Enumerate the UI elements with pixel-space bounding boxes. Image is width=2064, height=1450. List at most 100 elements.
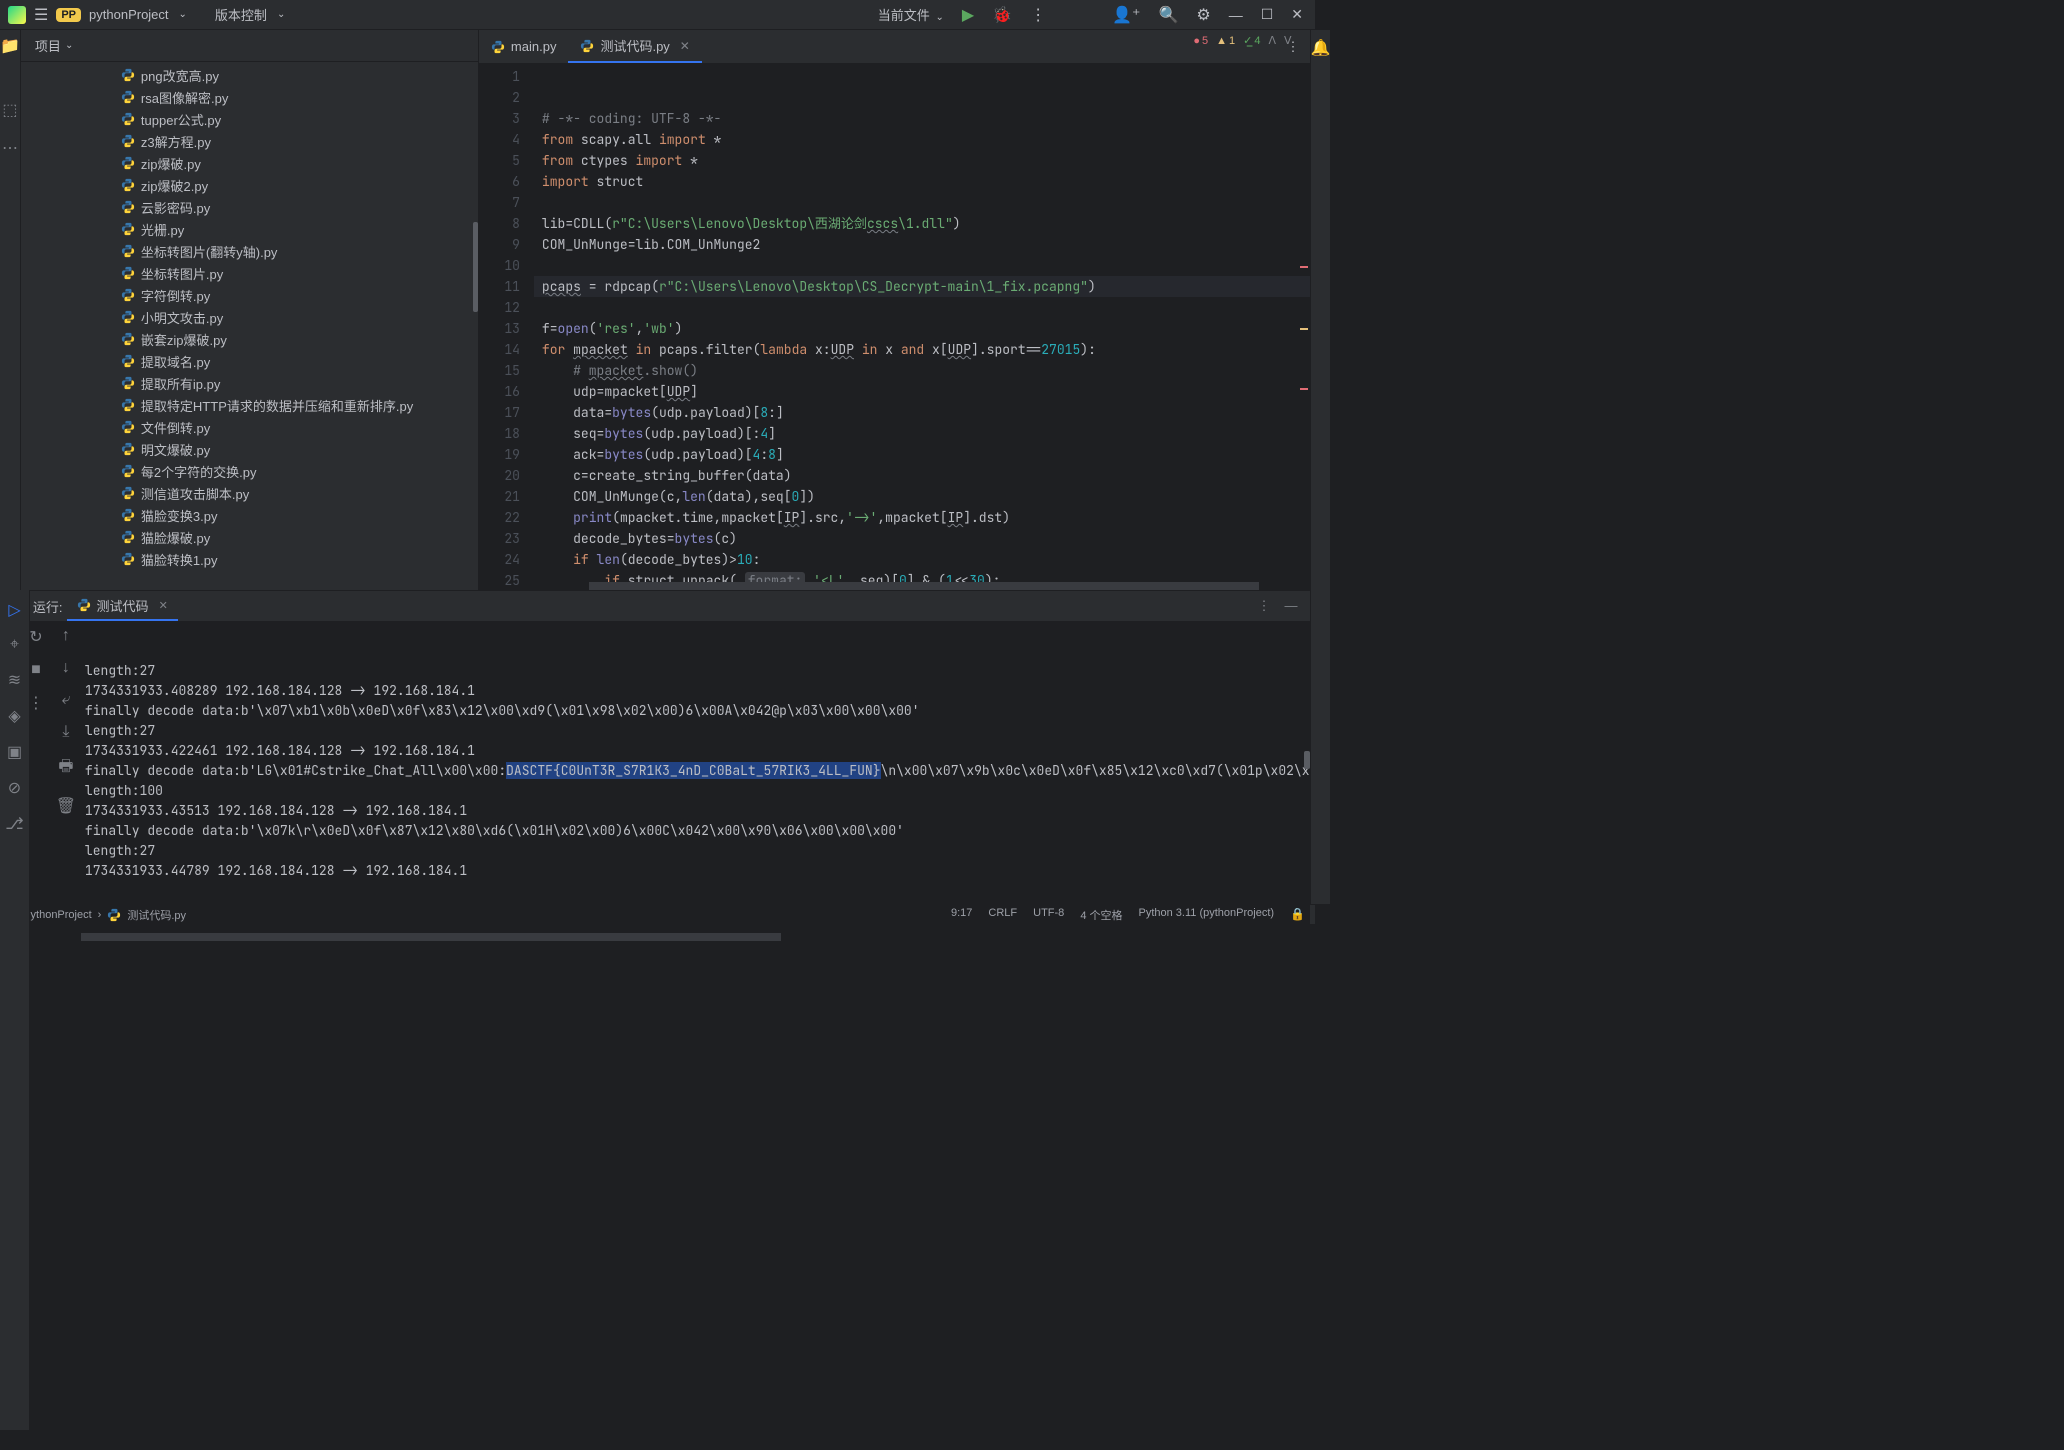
tree-item[interactable]: 光栅.py <box>21 218 478 240</box>
project-panel-header[interactable]: 项目 ⌄ <box>21 30 478 62</box>
scrollbar-thumb[interactable] <box>473 222 478 312</box>
code-line[interactable]: if len(decode_bytes)>10: <box>534 549 1310 570</box>
code-line[interactable]: from ctypes import * <box>534 150 1310 171</box>
inspection-widget[interactable]: ● 5 ▲ 1 ✓̲ 4 ᐱ ᐯ <box>1193 34 1291 47</box>
code-line[interactable]: data=bytes(udp.payload)[8:] <box>534 402 1310 423</box>
tree-item[interactable]: 坐标转图片.py <box>21 262 478 284</box>
code-body[interactable]: # -*- coding: UTF-8 -*-from scapy.all im… <box>534 64 1310 590</box>
tree-item[interactable]: 提取所有ip.py <box>21 372 478 394</box>
output-line[interactable]: finally decode data:b'\x07k\r\x0eD\x0f\x… <box>85 821 1310 841</box>
code-line[interactable]: for mpacket in pcaps.filter(lambda x:UDP… <box>534 339 1310 360</box>
tree-item[interactable]: 文件倒转.py <box>21 416 478 438</box>
tree-item[interactable]: 坐标转图片(翻转y轴).py <box>21 240 478 262</box>
tree-item[interactable]: 提取域名.py <box>21 350 478 372</box>
search-icon[interactable]: 🔍 <box>1158 5 1178 25</box>
main-menu-icon[interactable]: ☰ <box>34 5 48 25</box>
chevron-down-icon[interactable]: ⌄ <box>277 9 285 20</box>
code-with-me-icon[interactable]: 👤⁺ <box>1112 5 1140 25</box>
python-packages-icon[interactable]: ◈ <box>8 706 20 726</box>
tree-item[interactable]: 猫脸爆破.py <box>21 526 478 548</box>
settings-icon[interactable]: ⚙ <box>1196 5 1210 25</box>
soft-wrap-icon[interactable]: ⤶ <box>61 691 70 709</box>
tree-item[interactable]: zip爆破.py <box>21 152 478 174</box>
close-tab-icon[interactable]: ✕ <box>159 599 168 612</box>
code-editor[interactable]: 1234567891011121314151617181920212223242… <box>479 64 1310 590</box>
tree-item[interactable]: 猫脸变换3.py <box>21 504 478 526</box>
horizontal-scrollbar[interactable] <box>81 933 781 941</box>
output-line[interactable]: 1734331933.422461 192.168.184.128 -> 192… <box>85 741 1310 761</box>
code-line[interactable]: print(mpacket.time,mpacket[IP].src,'->',… <box>534 507 1310 528</box>
code-line[interactable]: udp=mpacket[UDP] <box>534 381 1310 402</box>
code-line[interactable]: COM_UnMunge=lib.COM_UnMunge2 <box>534 234 1310 255</box>
code-line[interactable]: lib=CDLL(r"C:\Users\Lenovo\Desktop\西湖论剑c… <box>534 213 1310 234</box>
run-tab[interactable]: 测试代码 ✕ <box>67 591 178 621</box>
run-window-icon[interactable]: ▷ <box>8 600 20 620</box>
notifications-icon[interactable]: 🔔 <box>1311 38 1331 58</box>
error-count[interactable]: ● 5 <box>1193 35 1208 47</box>
code-line[interactable] <box>534 297 1310 318</box>
scroll-end-icon[interactable]: ⤓ <box>62 723 69 741</box>
code-line[interactable]: seq=bytes(udp.payload)[:4] <box>534 423 1310 444</box>
code-line[interactable]: # -*- coding: UTF-8 -*- <box>534 108 1310 129</box>
output-line[interactable]: 1734331933.43513 192.168.184.128 -> 192.… <box>85 801 1310 821</box>
tree-item[interactable]: 小明文攻击.py <box>21 306 478 328</box>
hide-panel-icon[interactable]: — <box>1285 598 1298 614</box>
stop-icon[interactable]: ■ <box>31 661 41 679</box>
code-line[interactable] <box>534 255 1310 276</box>
minimize-icon[interactable]: — <box>1229 7 1243 23</box>
output-line[interactable]: 1734331933.44789 192.168.184.128 -> 192.… <box>85 861 1310 881</box>
tree-item[interactable]: rsa图像解密.py <box>21 86 478 108</box>
structure-tool-icon[interactable]: ⬚ <box>2 100 17 120</box>
tree-item[interactable]: 测信道攻击脚本.py <box>21 482 478 504</box>
gutter[interactable]: 1234567891011121314151617181920212223242… <box>479 64 534 590</box>
python-console-icon[interactable]: ⌖ <box>10 636 19 654</box>
run-options-icon[interactable]: ⋮ <box>1258 598 1271 614</box>
services-icon[interactable]: ≋ <box>8 670 21 690</box>
tree-item[interactable]: 字符倒转.py <box>21 284 478 306</box>
tree-item[interactable]: 嵌套zip爆破.py <box>21 328 478 350</box>
project-tool-icon[interactable]: 📁 <box>0 36 20 56</box>
up-icon[interactable]: ↑ <box>62 627 70 645</box>
code-line[interactable]: COM_UnMunge(c,len(data),seq[0]) <box>534 486 1310 507</box>
project-name[interactable]: pythonProject <box>89 7 169 22</box>
output-line[interactable]: finally decode data:b'LG\x01#Cstrike_Cha… <box>85 761 1310 781</box>
problems-icon[interactable]: ⊘ <box>8 778 21 798</box>
tree-item[interactable]: tupper公式.py <box>21 108 478 130</box>
horizontal-scrollbar[interactable] <box>589 582 1259 590</box>
trash-icon[interactable]: 🗑 <box>56 796 76 816</box>
code-line[interactable] <box>534 192 1310 213</box>
close-icon[interactable]: ✕ <box>1291 6 1303 23</box>
tree-item[interactable]: 猫脸转换1.py <box>21 548 478 570</box>
output-line[interactable]: length:27 <box>85 661 1310 681</box>
code-line[interactable]: f=open('res','wb') <box>534 318 1310 339</box>
more-run-icon[interactable]: ⋮ <box>28 693 44 713</box>
chevron-down-icon[interactable]: ⌄ <box>65 40 73 51</box>
output-line[interactable]: length:27 <box>85 841 1310 861</box>
close-tab-icon[interactable]: ✕ <box>680 39 690 53</box>
debug-button-icon[interactable]: 🐞 <box>992 5 1012 25</box>
tab-test-code-py[interactable]: 测试代码.py ✕ <box>568 30 701 63</box>
code-line[interactable]: pcaps = rdpcap(r"C:\Users\Lenovo\Desktop… <box>534 276 1310 297</box>
next-highlight-icon[interactable]: ᐯ <box>1284 34 1292 47</box>
rerun-icon[interactable]: ↻ <box>29 627 42 647</box>
output-line[interactable]: finally decode data:b'\x07\xb1\x0b\x0eD\… <box>85 701 1310 721</box>
run-button-icon[interactable]: ▶ <box>962 5 974 25</box>
warning-count[interactable]: ▲ 1 <box>1216 35 1235 47</box>
code-line[interactable]: decode_bytes=bytes(c) <box>534 528 1310 549</box>
code-line[interactable]: import struct <box>534 171 1310 192</box>
vcs-menu[interactable]: 版本控制 <box>215 5 267 24</box>
code-line[interactable]: ack=bytes(udp.payload)[4:8] <box>534 444 1310 465</box>
tree-item[interactable]: 每2个字符的交换.py <box>21 460 478 482</box>
markers-strip[interactable] <box>1298 98 1310 590</box>
more-tool-icon[interactable]: ⋯ <box>2 138 18 158</box>
output-line[interactable]: length:27 <box>85 721 1310 741</box>
tree-item[interactable]: zip爆破2.py <box>21 174 478 196</box>
project-tree[interactable]: png改宽高.pyrsa图像解密.pytupper公式.pyz3解方程.pyzi… <box>21 62 478 590</box>
chevron-down-icon[interactable]: ⌄ <box>179 9 187 20</box>
more-actions-icon[interactable]: ⋮ <box>1030 5 1046 25</box>
weak-warning-count[interactable]: ✓̲ 4 <box>1243 34 1260 47</box>
print-icon[interactable]: 🖶 <box>58 755 73 782</box>
maximize-icon[interactable]: ☐ <box>1261 6 1274 23</box>
prev-highlight-icon[interactable]: ᐱ <box>1268 34 1276 47</box>
code-line[interactable]: c=create_string_buffer(data) <box>534 465 1310 486</box>
